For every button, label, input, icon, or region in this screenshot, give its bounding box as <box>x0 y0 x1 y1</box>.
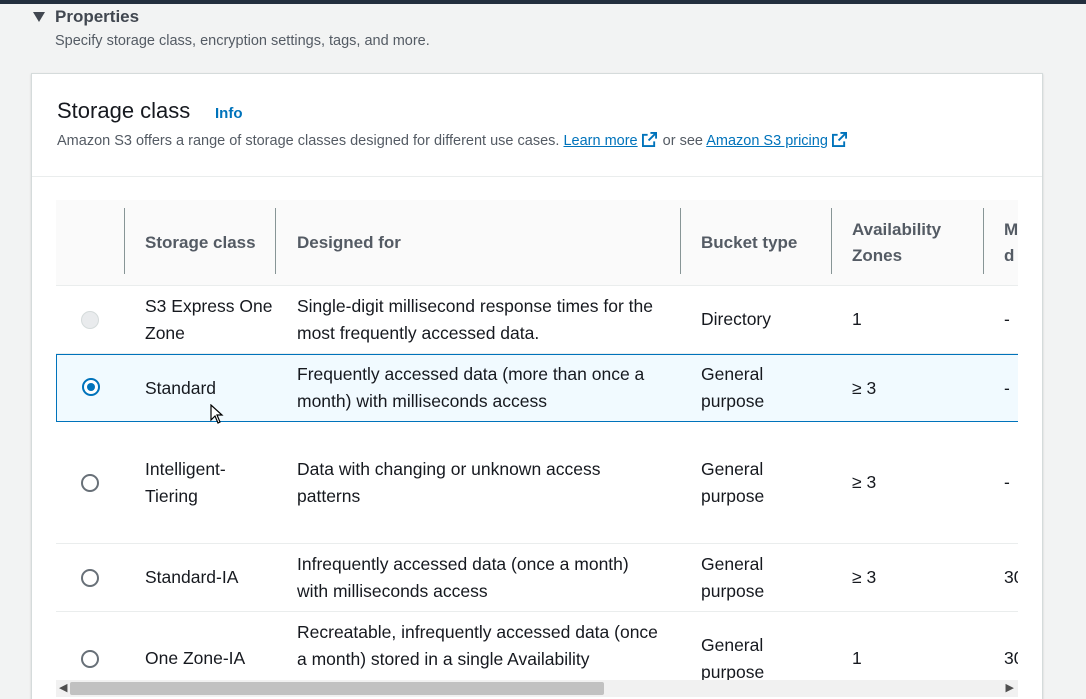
cell-designed-for: Data with changing or unknown access pat… <box>297 458 601 506</box>
cell-min-duration: - <box>1004 377 1010 398</box>
cell-designed-for: Single-digit millisecond response times … <box>297 295 653 343</box>
cell-min-duration: 30 <box>1004 567 1018 587</box>
or-see-text: or see <box>662 133 703 149</box>
radio-icon <box>81 311 99 329</box>
cell-designed-for: Infrequently accessed data (once a month… <box>297 553 629 601</box>
horizontal-scrollbar[interactable]: ◀ ▶ <box>56 680 1018 697</box>
table-row[interactable]: One Zone-IA Recreatable, infrequently ac… <box>56 612 1018 680</box>
cell-bucket-type: General purpose <box>701 458 765 506</box>
storage-class-table: Storage class Designed for Bucket type A… <box>56 200 1018 680</box>
panel-description: Amazon S3 offers a range of storage clas… <box>57 132 849 149</box>
top-nav-bar <box>0 0 1086 4</box>
cell-storage-class: Intelligent-Tiering <box>145 458 226 506</box>
table-row[interactable]: S3 Express One Zone Single-digit millise… <box>56 286 1018 354</box>
cell-bucket-type: General purpose <box>701 553 765 601</box>
properties-description: Specify storage class, encryption settin… <box>55 33 430 49</box>
mouse-cursor-icon <box>210 404 224 424</box>
panel-description-text: Amazon S3 offers a range of storage clas… <box>57 133 560 149</box>
cell-bucket-type: General purpose <box>701 635 765 680</box>
panel-title: Storage class <box>57 98 191 123</box>
radio-icon[interactable] <box>82 378 100 396</box>
caret-down-icon[interactable] <box>33 12 45 22</box>
external-link-icon[interactable] <box>641 132 657 147</box>
table-header-row: Storage class Designed for Bucket type A… <box>56 200 1018 286</box>
header-bucket-type: Bucket type <box>701 233 798 252</box>
column-divider[interactable] <box>124 208 125 274</box>
cell-availability-zones: 1 <box>852 648 862 668</box>
cell-storage-class: Standard-IA <box>145 567 239 587</box>
cell-min-duration: - <box>1004 472 1010 492</box>
cell-availability-zones: ≥ 3 <box>852 472 877 492</box>
panel-header: Storage class Info Amazon S3 offers a ra… <box>32 74 1042 177</box>
radio-icon[interactable] <box>81 569 99 587</box>
header-designed-for: Designed for <box>297 233 401 252</box>
column-divider[interactable] <box>983 208 984 274</box>
table-row-selected[interactable]: Standard Frequently accessed data (more … <box>56 354 1018 422</box>
header-availability-zones: Availability Zones <box>852 220 942 265</box>
radio-icon[interactable] <box>81 474 99 492</box>
header-storage-class: Storage class <box>145 233 256 252</box>
scroll-left-icon[interactable]: ◀ <box>59 683 67 694</box>
info-link[interactable]: Info <box>215 105 243 122</box>
radio-icon[interactable] <box>81 650 99 668</box>
cell-designed-for: Frequently accessed data (more than once… <box>297 364 645 411</box>
cell-storage-class: One Zone-IA <box>145 648 246 668</box>
pricing-link[interactable]: Amazon S3 pricing <box>706 133 828 149</box>
column-divider[interactable] <box>831 208 832 274</box>
scrollbar-thumb[interactable] <box>70 682 604 695</box>
cell-availability-zones: ≥ 3 <box>852 567 877 587</box>
cell-min-duration: - <box>1004 309 1010 329</box>
table-row[interactable]: Intelligent-Tiering Data with changing o… <box>56 422 1018 544</box>
cell-min-duration: 30 <box>1004 648 1018 668</box>
cell-designed-for: Recreatable, infrequently accessed data … <box>297 622 658 669</box>
header-min-duration: M d <box>1004 220 1018 265</box>
properties-title[interactable]: Properties <box>55 7 139 27</box>
external-link-icon[interactable] <box>831 132 847 147</box>
cell-storage-class: S3 Express One Zone <box>145 295 273 343</box>
storage-class-panel: Storage class Info Amazon S3 offers a ra… <box>31 73 1043 699</box>
cell-availability-zones: ≥ 3 <box>852 377 877 398</box>
column-divider[interactable] <box>275 208 276 274</box>
cell-bucket-type: General purpose <box>701 364 765 411</box>
cell-bucket-type: Directory <box>701 309 772 329</box>
table-row[interactable]: Standard-IA Infrequently accessed data (… <box>56 544 1018 612</box>
scroll-right-icon[interactable]: ▶ <box>1006 683 1014 694</box>
cell-availability-zones: 1 <box>852 309 862 329</box>
column-divider[interactable] <box>680 208 681 274</box>
learn-more-link[interactable]: Learn more <box>563 133 637 149</box>
